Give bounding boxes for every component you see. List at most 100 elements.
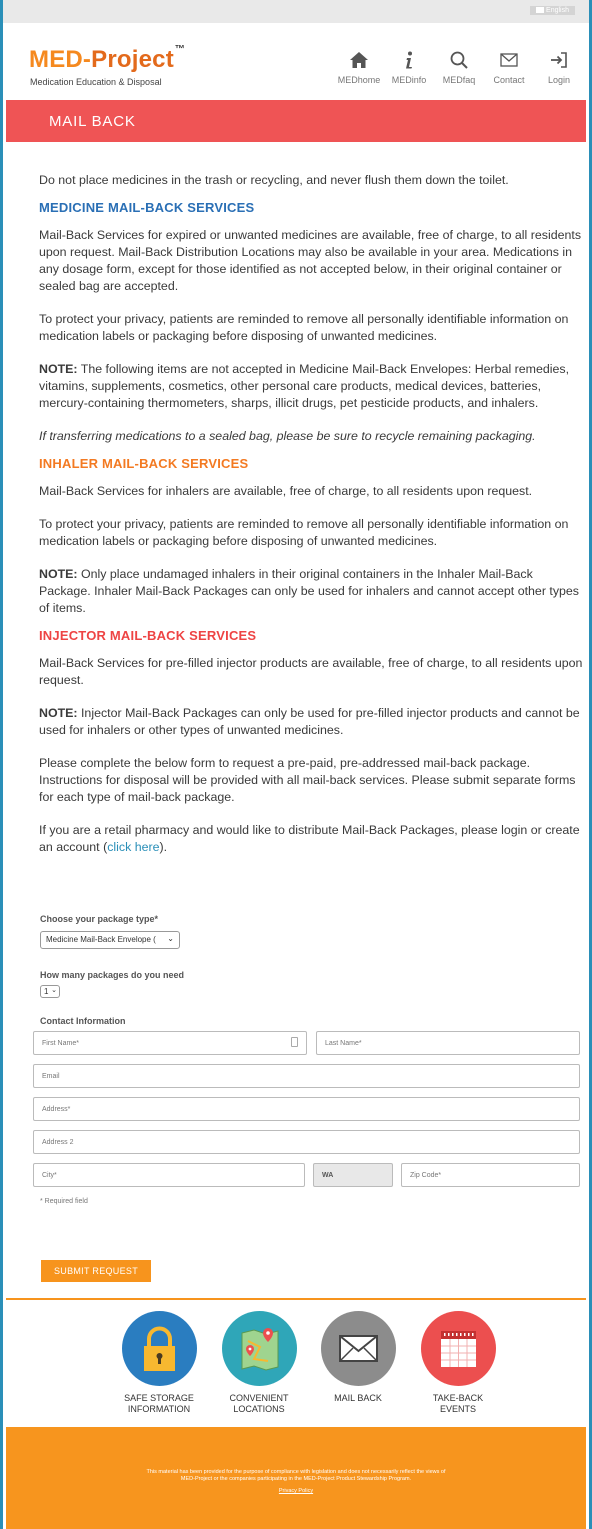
state-value: WA	[322, 1172, 334, 1179]
site-footer: This material has been provided for the …	[6, 1427, 586, 1529]
nav-label-login: Login	[547, 75, 571, 85]
last-name-field[interactable]: Last Name*	[316, 1031, 580, 1055]
nav-label-contact: Contact	[493, 75, 525, 85]
nav-label-medinfo: MEDinfo	[391, 75, 427, 85]
flag-icon	[536, 7, 545, 14]
required-field-note: * Required field	[40, 1198, 88, 1205]
convenient-locations-label: CONVENIENT LOCATIONS	[204, 1393, 314, 1415]
zip-code-field[interactable]: Zip Code*	[401, 1163, 580, 1187]
first-name-placeholder: First Name*	[42, 1040, 79, 1047]
mail-back-link[interactable]	[321, 1311, 396, 1386]
feature-label-line: TAKE-BACK	[432, 1393, 484, 1403]
feature-label-line: LOCATIONS	[233, 1404, 285, 1414]
feature-label-line: EVENTS	[439, 1404, 476, 1414]
address2-placeholder: Address 2	[42, 1139, 74, 1146]
injector-note: NOTE: Injector Mail-Back Packages can on…	[39, 705, 584, 739]
nav-login[interactable]: Login	[539, 50, 579, 85]
feature-label-line: SAFE STORAGE	[124, 1393, 194, 1403]
medicine-paragraph-1: Mail-Back Services for expired or unwant…	[39, 228, 582, 293]
login-icon	[551, 52, 567, 68]
injector-heading: INJECTOR MAIL-BACK SERVICES	[39, 628, 257, 643]
injector-paragraph-1: Mail-Back Services for pre-filled inject…	[39, 656, 583, 687]
address-field[interactable]: Address*	[33, 1097, 580, 1121]
medicine-paragraph-2: To protect your privacy, patients are re…	[39, 312, 569, 343]
inhaler-heading: INHALER MAIL-BACK SERVICES	[39, 456, 249, 471]
medicine-italic-note: If transferring medications to a sealed …	[39, 429, 536, 443]
injector-paragraph-2: Please complete the below form to reques…	[39, 756, 576, 804]
medicine-heading: MEDICINE MAIL-BACK SERVICES	[39, 200, 255, 215]
zip-placeholder: Zip Code*	[410, 1172, 442, 1179]
calendar-icon	[441, 1331, 476, 1367]
page-frame: English MED-Project™ Medication Educatio…	[0, 0, 592, 1529]
quantity-value: 1	[44, 987, 49, 996]
state-field: WA	[313, 1163, 393, 1187]
logo-tagline: Medication Education & Disposal	[30, 77, 162, 87]
feature-label-line: INFORMATION	[127, 1404, 191, 1414]
mail-back-label: MAIL BACK	[303, 1393, 413, 1404]
quantity-select[interactable]: 1 ⌄	[40, 985, 60, 998]
safe-storage-label: SAFE STORAGE INFORMATION	[104, 1393, 214, 1415]
address2-field[interactable]: Address 2	[33, 1130, 580, 1154]
convenient-locations-link[interactable]	[222, 1311, 297, 1386]
inhaler-paragraph-2: To protect your privacy, patients are re…	[39, 517, 569, 548]
logo-part-b: Project	[91, 46, 174, 73]
package-type-select[interactable]: Medicine Mail-Back Envelope ( ⌄	[40, 931, 180, 949]
note-text: The following items are not accepted in …	[39, 362, 570, 410]
search-icon	[450, 51, 468, 69]
note-label: NOTE:	[39, 567, 78, 581]
nav-label-medhome: MEDhome	[337, 75, 381, 85]
info-icon	[406, 51, 412, 69]
click-here-link[interactable]: click here	[107, 840, 159, 854]
package-type-label: Choose your package type*	[40, 914, 159, 924]
first-name-field[interactable]: First Name*	[33, 1031, 307, 1055]
take-back-events-label: TAKE-BACK EVENTS	[403, 1393, 513, 1415]
privacy-policy-link[interactable]: Privacy Policy	[6, 1488, 586, 1494]
address-placeholder: Address*	[42, 1106, 71, 1113]
take-back-events-link[interactable]	[421, 1311, 496, 1386]
note-label: NOTE:	[39, 362, 78, 376]
map-icon	[241, 1328, 279, 1371]
nav-medinfo[interactable]: MEDinfo	[389, 50, 429, 85]
email-field[interactable]: Email	[33, 1064, 580, 1088]
language-label: English	[546, 7, 569, 14]
page-banner: MAIL BACK	[6, 100, 586, 142]
lock-icon	[144, 1326, 175, 1371]
feature-label-line: MAIL BACK	[334, 1393, 382, 1403]
inhaler-paragraph-1: Mail-Back Services for inhalers are avai…	[39, 484, 533, 498]
footer-disclaimer: This material has been provided for the …	[6, 1469, 586, 1483]
nav-medhome[interactable]: MEDhome	[337, 50, 381, 85]
note-text: Injector Mail-Back Packages can only be …	[39, 706, 580, 737]
contact-card-icon	[291, 1037, 298, 1047]
quantity-label: How many packages do you need	[40, 970, 185, 980]
trademark: ™	[174, 44, 186, 55]
logo[interactable]: MED-Project™	[29, 44, 186, 74]
language-selector[interactable]: English	[530, 6, 575, 15]
email-placeholder: Email	[42, 1073, 60, 1080]
safe-storage-link[interactable]	[122, 1311, 197, 1386]
package-type-value: Medicine Mail-Back Envelope (	[46, 935, 156, 944]
medicine-note: NOTE: The following items are not accept…	[39, 361, 584, 412]
city-field[interactable]: City*	[33, 1163, 305, 1187]
nav-medfaq[interactable]: MEDfaq	[439, 50, 479, 85]
main-content: Do not place medicines in the trash or r…	[39, 172, 584, 872]
section-divider	[6, 1298, 586, 1300]
envelope-icon	[500, 53, 518, 67]
inhaler-note: NOTE: Only place undamaged inhalers in t…	[39, 566, 584, 617]
submit-request-button[interactable]: SUBMIT REQUEST	[41, 1260, 151, 1282]
logo-part-a: MED-	[29, 46, 92, 73]
chevron-down-icon: ⌄	[51, 987, 57, 994]
page-title: MAIL BACK	[49, 113, 136, 130]
site-header: MED-Project™ Medication Education & Disp…	[3, 23, 589, 100]
city-placeholder: City*	[42, 1172, 57, 1179]
main-nav: MEDhome MEDinfo MEDfaq Contact Login	[337, 50, 579, 85]
footer-line: MED-Project or the companies participati…	[180, 1476, 412, 1482]
top-bar: English	[3, 0, 589, 23]
nav-contact[interactable]: Contact	[489, 50, 529, 85]
intro-text: Do not place medicines in the trash or r…	[39, 173, 509, 187]
home-icon	[350, 52, 368, 68]
pharmacy-text-end: ).	[159, 840, 168, 854]
note-label: NOTE:	[39, 706, 78, 720]
note-text: Only place undamaged inhalers in their o…	[39, 567, 579, 615]
feature-label-line: CONVENIENT	[229, 1393, 289, 1403]
chevron-down-icon: ⌄	[167, 934, 174, 943]
